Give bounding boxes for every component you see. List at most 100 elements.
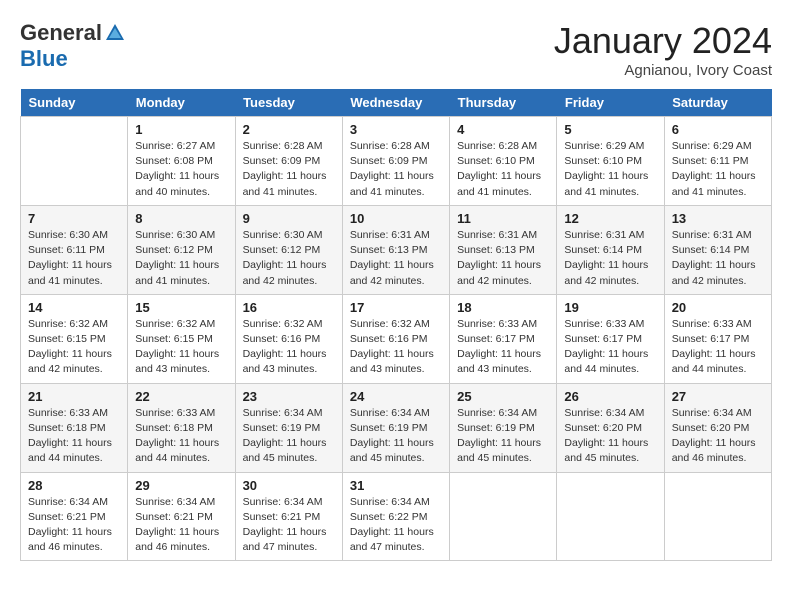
day-number: 14 [28,300,120,315]
cell-info: Sunrise: 6:29 AMSunset: 6:11 PMDaylight:… [672,139,764,200]
day-number: 3 [350,122,442,137]
weekday-header: Friday [557,89,664,117]
day-number: 17 [350,300,442,315]
cell-info: Sunrise: 6:34 AMSunset: 6:22 PMDaylight:… [350,495,442,556]
calendar-cell: 13 Sunrise: 6:31 AMSunset: 6:14 PMDayligh… [664,205,771,294]
calendar-cell: 8 Sunrise: 6:30 AMSunset: 6:12 PMDaylight… [128,205,235,294]
cell-info: Sunrise: 6:28 AMSunset: 6:09 PMDaylight:… [350,139,442,200]
calendar-week-row: 28 Sunrise: 6:34 AMSunset: 6:21 PMDayligh… [21,472,772,561]
day-number: 20 [672,300,764,315]
cell-info: Sunrise: 6:33 AMSunset: 6:18 PMDaylight:… [28,406,120,467]
calendar-cell: 5Sunrise: 6:29 AMSunset: 6:10 PMDaylight… [557,117,664,206]
cell-info: Sunrise: 6:32 AMSunset: 6:15 PMDaylight:… [28,317,120,378]
cell-info: Sunrise: 6:31 AMSunset: 6:13 PMDaylight:… [457,228,549,289]
cell-info: Sunrise: 6:33 AMSunset: 6:17 PMDaylight:… [564,317,656,378]
day-number: 26 [564,389,656,404]
logo: General Blue [20,20,126,72]
day-number: 16 [243,300,335,315]
cell-info: Sunrise: 6:27 AMSunset: 6:08 PMDaylight:… [135,139,227,200]
day-number: 25 [457,389,549,404]
calendar-cell: 18 Sunrise: 6:33 AMSunset: 6:17 PMDayligh… [450,294,557,383]
title-block: January 2024 Agnianou, Ivory Coast [554,20,772,79]
day-number: 23 [243,389,335,404]
calendar-cell [21,117,128,206]
calendar-cell: 7Sunrise: 6:30 AMSunset: 6:11 PMDaylight… [21,205,128,294]
calendar-cell: 25 Sunrise: 6:34 AMSunset: 6:19 PMDayligh… [450,383,557,472]
calendar-cell: 14 Sunrise: 6:32 AMSunset: 6:15 PMDayligh… [21,294,128,383]
calendar-table: SundayMondayTuesdayWednesdayThursdayFrid… [20,89,772,561]
day-number: 30 [243,478,335,493]
cell-info: Sunrise: 6:34 AMSunset: 6:19 PMDaylight:… [350,406,442,467]
cell-info: Sunrise: 6:32 AMSunset: 6:15 PMDaylight:… [135,317,227,378]
day-number: 4 [457,122,549,137]
calendar-cell: 1Sunrise: 6:27 AMSunset: 6:08 PMDaylight… [128,117,235,206]
calendar-cell [664,472,771,561]
calendar-cell: 22 Sunrise: 6:33 AMSunset: 6:18 PMDayligh… [128,383,235,472]
location-subtitle: Agnianou, Ivory Coast [554,62,772,79]
calendar-cell: 11 Sunrise: 6:31 AMSunset: 6:13 PMDayligh… [450,205,557,294]
day-number: 12 [564,211,656,226]
day-number: 11 [457,211,549,226]
logo-blue-text: Blue [20,46,68,72]
day-number: 6 [672,122,764,137]
calendar-cell: 26 Sunrise: 6:34 AMSunset: 6:20 PMDayligh… [557,383,664,472]
weekday-header: Saturday [664,89,771,117]
cell-info: Sunrise: 6:33 AMSunset: 6:17 PMDaylight:… [457,317,549,378]
day-number: 5 [564,122,656,137]
cell-info: Sunrise: 6:34 AMSunset: 6:19 PMDaylight:… [457,406,549,467]
weekday-header: Wednesday [342,89,449,117]
calendar-cell: 19 Sunrise: 6:33 AMSunset: 6:17 PMDayligh… [557,294,664,383]
day-number: 10 [350,211,442,226]
cell-info: Sunrise: 6:34 AMSunset: 6:21 PMDaylight:… [135,495,227,556]
page-header: General Blue January 2024 Agnianou, Ivor… [20,20,772,79]
calendar-cell: 29 Sunrise: 6:34 AMSunset: 6:21 PMDayligh… [128,472,235,561]
calendar-week-row: 1Sunrise: 6:27 AMSunset: 6:08 PMDaylight… [21,117,772,206]
calendar-cell: 9 Sunrise: 6:30 AMSunset: 6:12 PMDaylight… [235,205,342,294]
calendar-week-row: 21 Sunrise: 6:33 AMSunset: 6:18 PMDayligh… [21,383,772,472]
calendar-cell: 20 Sunrise: 6:33 AMSunset: 6:17 PMDayligh… [664,294,771,383]
calendar-cell: 23 Sunrise: 6:34 AMSunset: 6:19 PMDayligh… [235,383,342,472]
day-number: 9 [243,211,335,226]
day-number: 29 [135,478,227,493]
cell-info: Sunrise: 6:32 AMSunset: 6:16 PMDaylight:… [350,317,442,378]
calendar-cell: 31Sunrise: 6:34 AMSunset: 6:22 PMDayligh… [342,472,449,561]
weekday-header: Sunday [21,89,128,117]
calendar-cell: 16 Sunrise: 6:32 AMSunset: 6:16 PMDayligh… [235,294,342,383]
calendar-cell: 3 Sunrise: 6:28 AMSunset: 6:09 PMDaylight… [342,117,449,206]
day-number: 13 [672,211,764,226]
calendar-cell: 15 Sunrise: 6:32 AMSunset: 6:15 PMDayligh… [128,294,235,383]
cell-info: Sunrise: 6:32 AMSunset: 6:16 PMDaylight:… [243,317,335,378]
cell-info: Sunrise: 6:34 AMSunset: 6:19 PMDaylight:… [243,406,335,467]
logo-general-text: General [20,20,102,46]
weekday-header: Tuesday [235,89,342,117]
calendar-cell: 2 Sunrise: 6:28 AMSunset: 6:09 PMDaylight… [235,117,342,206]
day-number: 19 [564,300,656,315]
day-number: 8 [135,211,227,226]
day-number: 22 [135,389,227,404]
calendar-cell: 28Sunrise: 6:34 AMSunset: 6:21 PMDayligh… [21,472,128,561]
cell-info: Sunrise: 6:30 AMSunset: 6:11 PMDaylight:… [28,228,120,289]
cell-info: Sunrise: 6:28 AMSunset: 6:10 PMDaylight:… [457,139,549,200]
logo-icon [104,22,126,44]
day-number: 15 [135,300,227,315]
day-number: 28 [28,478,120,493]
cell-info: Sunrise: 6:31 AMSunset: 6:14 PMDaylight:… [672,228,764,289]
calendar-cell: 21 Sunrise: 6:33 AMSunset: 6:18 PMDayligh… [21,383,128,472]
day-number: 2 [243,122,335,137]
day-number: 21 [28,389,120,404]
cell-info: Sunrise: 6:31 AMSunset: 6:13 PMDaylight:… [350,228,442,289]
cell-info: Sunrise: 6:33 AMSunset: 6:17 PMDaylight:… [672,317,764,378]
cell-info: Sunrise: 6:31 AMSunset: 6:14 PMDaylight:… [564,228,656,289]
cell-info: Sunrise: 6:33 AMSunset: 6:18 PMDaylight:… [135,406,227,467]
calendar-cell [450,472,557,561]
cell-info: Sunrise: 6:28 AMSunset: 6:09 PMDaylight:… [243,139,335,200]
month-title: January 2024 [554,20,772,62]
cell-info: Sunrise: 6:34 AMSunset: 6:20 PMDaylight:… [672,406,764,467]
day-number: 18 [457,300,549,315]
calendar-cell: 4 Sunrise: 6:28 AMSunset: 6:10 PMDaylight… [450,117,557,206]
weekday-header: Thursday [450,89,557,117]
cell-info: Sunrise: 6:30 AMSunset: 6:12 PMDaylight:… [135,228,227,289]
cell-info: Sunrise: 6:30 AMSunset: 6:12 PMDaylight:… [243,228,335,289]
cell-info: Sunrise: 6:34 AMSunset: 6:20 PMDaylight:… [564,406,656,467]
calendar-cell: 10 Sunrise: 6:31 AMSunset: 6:13 PMDayligh… [342,205,449,294]
